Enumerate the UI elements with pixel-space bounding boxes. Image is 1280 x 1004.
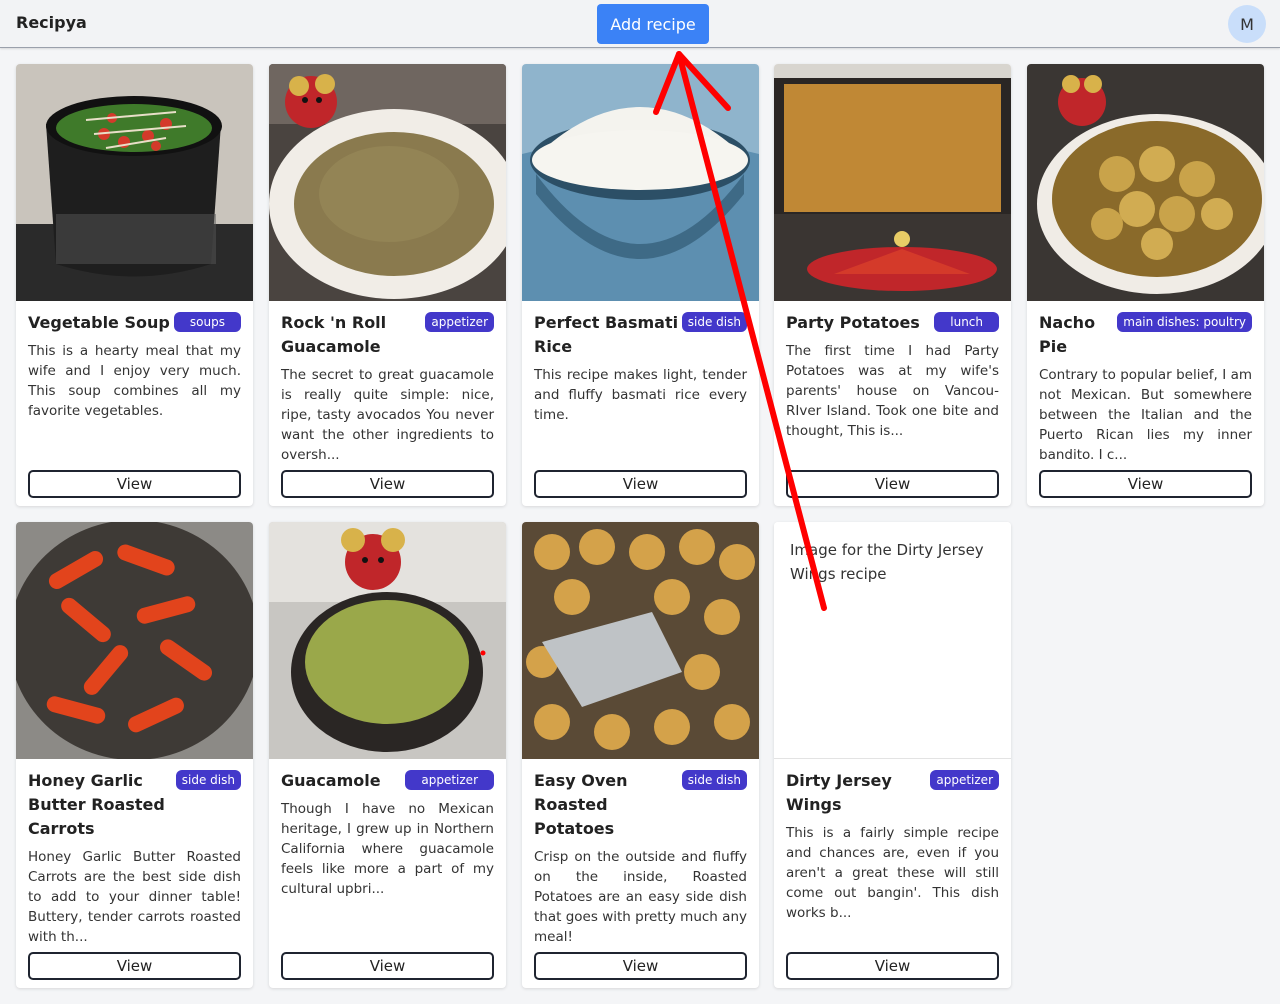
recipe-description: Contrary to popular belief, I am not Mex… <box>1039 367 1252 463</box>
recipe-description: Crisp on the outside and fluffy on the i… <box>534 849 747 945</box>
recipe-card-perfect-basmati-rice: Perfect Basmati Rice side dish This reci… <box>522 64 759 506</box>
recipe-description: The secret to great guacamole is really … <box>281 367 494 463</box>
category-badge: side dish <box>681 312 747 332</box>
top-navbar: Recipya Add recipe M <box>0 0 1280 48</box>
brand-logo[interactable]: Recipya <box>16 13 87 32</box>
category-badge: appetizer <box>425 312 494 332</box>
recipe-description: Honey Garlic Butter Roasted Carrots are … <box>28 849 241 945</box>
recipe-image-easy-oven-roasted-potatoes <box>522 522 759 759</box>
recipe-title: Rock 'n Roll Guacamole <box>281 313 387 356</box>
recipe-image-nacho-pie <box>1027 64 1264 301</box>
user-avatar[interactable]: M <box>1228 5 1266 43</box>
recipe-image-perfect-basmati-rice <box>522 64 759 301</box>
recipe-title: Guacamole <box>281 771 381 790</box>
recipe-card-party-potatoes: Party Potatoes lunch The first time I ha… <box>774 64 1011 506</box>
recipe-description: Though I have no Mexican heritage, I gre… <box>281 801 494 897</box>
category-badge: appetizer <box>930 770 999 790</box>
recipe-title: Nacho Pie <box>1039 313 1096 356</box>
recipe-card-easy-oven-roasted-potatoes: Easy Oven Roasted Potatoes side dish Cri… <box>522 522 759 988</box>
recipe-description: This is a fairly simple recipe and chanc… <box>786 825 999 921</box>
recipe-image-vegetable-soup <box>16 64 253 301</box>
category-badge: side dish <box>681 770 747 790</box>
view-button[interactable]: View <box>786 952 999 980</box>
recipe-title: Vegetable Soup <box>28 313 170 332</box>
recipe-title: Easy Oven Roasted Potatoes <box>534 771 628 838</box>
view-button[interactable]: View <box>281 952 494 980</box>
recipe-image-guacamole <box>269 522 506 759</box>
view-button[interactable]: View <box>281 470 494 498</box>
view-button[interactable]: View <box>786 470 999 498</box>
recipe-card-rock-n-roll-guacamole: Rock 'n Roll Guacamole appetizer The sec… <box>269 64 506 506</box>
recipe-image-party-potatoes <box>774 64 1011 301</box>
category-badge: main dishes: poultry <box>1117 312 1252 332</box>
recipe-card-guacamole: Guacamole appetizer Though I have no Mex… <box>269 522 506 988</box>
category-badge: side dish <box>175 770 241 790</box>
category-badge: soups <box>173 312 241 332</box>
recipe-title: Perfect Basmati Rice <box>534 313 679 356</box>
recipe-title: Honey Garlic Butter Roasted Carrots <box>28 771 165 838</box>
recipe-card-dirty-jersey-wings: Image for the Dirty Jersey Wings recipe … <box>774 522 1011 988</box>
view-button[interactable]: View <box>534 470 747 498</box>
recipe-description: The first time I had Party Potatoes was … <box>786 343 999 439</box>
view-button[interactable]: View <box>534 952 747 980</box>
recipe-description: This is a hearty meal that my wife and I… <box>28 343 241 419</box>
recipe-description: This recipe makes light, tender and fluf… <box>534 367 747 423</box>
recipe-card-nacho-pie: Nacho Pie main dishes: poultry Contrary … <box>1027 64 1264 506</box>
recipe-title: Party Potatoes <box>786 313 920 332</box>
view-button[interactable]: View <box>28 470 241 498</box>
recipe-image-honey-garlic-carrots <box>16 522 253 759</box>
category-badge: appetizer <box>405 770 494 790</box>
category-badge: lunch <box>934 312 999 332</box>
recipe-image-alt-text: Image for the Dirty Jersey Wings recipe <box>774 522 1011 759</box>
recipe-card-honey-garlic-carrots: Honey Garlic Butter Roasted Carrots side… <box>16 522 253 988</box>
recipe-image-rock-n-roll-guacamole <box>269 64 506 301</box>
add-recipe-button[interactable]: Add recipe <box>597 4 709 44</box>
recipe-card-vegetable-soup: Vegetable Soup soups This is a hearty me… <box>16 64 253 506</box>
view-button[interactable]: View <box>28 952 241 980</box>
view-button[interactable]: View <box>1039 470 1252 498</box>
recipe-title: Dirty Jersey Wings <box>786 771 892 814</box>
